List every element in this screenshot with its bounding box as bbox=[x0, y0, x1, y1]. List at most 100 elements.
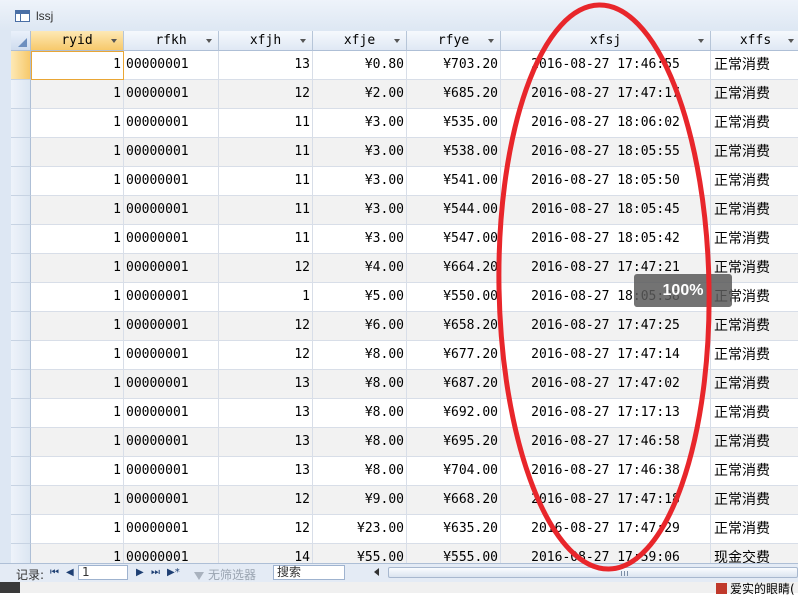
cell-xffs[interactable]: 正常消费 bbox=[711, 138, 798, 167]
cell-xfjh[interactable]: 1 bbox=[219, 283, 313, 312]
cell-xfsj[interactable]: 2016-08-27 18:05:45 bbox=[501, 196, 711, 225]
cell-ryid[interactable]: 1 bbox=[31, 167, 124, 196]
cell-rfye[interactable]: ¥547.00 bbox=[407, 225, 501, 254]
cell-rfye[interactable]: ¥535.00 bbox=[407, 109, 501, 138]
cell-xfjh[interactable]: 14 bbox=[219, 544, 313, 563]
cell-xfsj[interactable]: 2016-08-27 17:47:02 bbox=[501, 370, 711, 399]
filter-status[interactable]: 无筛选器 bbox=[194, 566, 256, 583]
cell-xfjh[interactable]: 12 bbox=[219, 515, 313, 544]
cell-rfkh[interactable]: 00000001 bbox=[124, 544, 219, 563]
cell-xfsj[interactable]: 2016-08-27 17:46:58 bbox=[501, 428, 711, 457]
cell-xfje[interactable]: ¥8.00 bbox=[313, 457, 407, 486]
cell-xffs[interactable]: 正常消费 bbox=[711, 167, 798, 196]
cell-rfye[interactable]: ¥704.00 bbox=[407, 457, 501, 486]
cell-xfjh[interactable]: 12 bbox=[219, 486, 313, 515]
cell-xfsj[interactable]: 2016-08-27 17:47:29 bbox=[501, 515, 711, 544]
cell-xfsj[interactable]: 2016-08-27 17:17:13 bbox=[501, 399, 711, 428]
cell-xfje[interactable]: ¥3.00 bbox=[313, 138, 407, 167]
cell-xfje[interactable]: ¥8.00 bbox=[313, 428, 407, 457]
cell-xfjh[interactable]: 12 bbox=[219, 341, 313, 370]
dropdown-arrow-icon[interactable] bbox=[698, 39, 704, 43]
cell-xfje[interactable]: ¥5.00 bbox=[313, 283, 407, 312]
cell-xfje[interactable]: ¥3.00 bbox=[313, 225, 407, 254]
column-header-xfjh[interactable]: xfjh bbox=[219, 31, 313, 51]
column-header-xfje[interactable]: xfje bbox=[313, 31, 407, 51]
first-record-button[interactable]: ⏮ bbox=[50, 566, 59, 580]
record-selector[interactable] bbox=[11, 341, 31, 370]
record-selector[interactable] bbox=[11, 457, 31, 486]
previous-record-button[interactable]: ◀ bbox=[66, 566, 74, 580]
cell-xfje[interactable]: ¥3.00 bbox=[313, 109, 407, 138]
column-header-xffs[interactable]: xffs bbox=[711, 31, 798, 51]
column-header-rfkh[interactable]: rfkh bbox=[124, 31, 219, 51]
cell-xffs[interactable]: 现金交费 bbox=[711, 544, 798, 563]
cell-rfkh[interactable]: 00000001 bbox=[124, 312, 219, 341]
cell-xfjh[interactable]: 12 bbox=[219, 254, 313, 283]
cell-xffs[interactable]: 正常消费 bbox=[711, 457, 798, 486]
record-selector[interactable] bbox=[11, 283, 31, 312]
cell-rfkh[interactable]: 00000001 bbox=[124, 515, 219, 544]
cell-ryid[interactable]: 1 bbox=[31, 399, 124, 428]
record-selector[interactable] bbox=[11, 486, 31, 515]
dropdown-arrow-icon[interactable] bbox=[488, 39, 494, 43]
scroll-left-arrow-icon[interactable] bbox=[374, 568, 379, 576]
cell-rfye[interactable]: ¥555.00 bbox=[407, 544, 501, 563]
cell-xfsj[interactable]: 2016-08-27 18:05:50 bbox=[501, 167, 711, 196]
cell-rfkh[interactable]: 00000001 bbox=[124, 167, 219, 196]
dropdown-arrow-icon[interactable] bbox=[788, 39, 794, 43]
cell-xfje[interactable]: ¥8.00 bbox=[313, 370, 407, 399]
cell-xffs[interactable]: 正常消费 bbox=[711, 80, 798, 109]
record-selector[interactable] bbox=[11, 196, 31, 225]
cell-xfje[interactable]: ¥23.00 bbox=[313, 515, 407, 544]
scrollbar-thumb[interactable] bbox=[388, 567, 798, 578]
cell-ryid[interactable]: 1 bbox=[31, 486, 124, 515]
cell-xfje[interactable]: ¥9.00 bbox=[313, 486, 407, 515]
cell-xfsj[interactable]: 2016-08-27 17:59:06 bbox=[501, 544, 711, 563]
cell-xfje[interactable]: ¥4.00 bbox=[313, 254, 407, 283]
cell-ryid[interactable]: 1 bbox=[31, 515, 124, 544]
cell-ryid[interactable]: 1 bbox=[31, 341, 124, 370]
record-selector[interactable] bbox=[11, 51, 31, 80]
cell-ryid[interactable]: 1 bbox=[31, 283, 124, 312]
cell-xfjh[interactable]: 13 bbox=[219, 370, 313, 399]
record-selector[interactable] bbox=[11, 225, 31, 254]
dropdown-arrow-icon[interactable] bbox=[300, 39, 306, 43]
cell-rfkh[interactable]: 00000001 bbox=[124, 138, 219, 167]
cell-xffs[interactable]: 正常消费 bbox=[711, 312, 798, 341]
cell-rfkh[interactable]: 00000001 bbox=[124, 486, 219, 515]
cell-xffs[interactable]: 正常消费 bbox=[711, 109, 798, 138]
cell-xfsj[interactable]: 2016-08-27 18:05:42 bbox=[501, 225, 711, 254]
cell-xfjh[interactable]: 11 bbox=[219, 109, 313, 138]
record-selector[interactable] bbox=[11, 138, 31, 167]
cell-ryid[interactable]: 1 bbox=[31, 225, 124, 254]
cell-rfkh[interactable]: 00000001 bbox=[124, 341, 219, 370]
cell-ryid[interactable]: 1 bbox=[31, 80, 124, 109]
cell-ryid[interactable]: 1 bbox=[31, 196, 124, 225]
cell-xfsj[interactable]: 2016-08-27 17:47:17 bbox=[501, 80, 711, 109]
horizontal-scrollbar[interactable] bbox=[372, 566, 798, 579]
cell-ryid[interactable]: 1 bbox=[31, 109, 124, 138]
cell-rfkh[interactable]: 00000001 bbox=[124, 283, 219, 312]
cell-xffs[interactable]: 正常消费 bbox=[711, 370, 798, 399]
column-header-xfsj[interactable]: xfsj bbox=[501, 31, 711, 51]
dropdown-arrow-icon[interactable] bbox=[111, 39, 117, 43]
cell-rfye[interactable]: ¥703.20 bbox=[407, 51, 501, 80]
cell-xfje[interactable]: ¥2.00 bbox=[313, 80, 407, 109]
record-selector[interactable] bbox=[11, 515, 31, 544]
cell-xfjh[interactable]: 13 bbox=[219, 51, 313, 80]
cell-rfkh[interactable]: 00000001 bbox=[124, 399, 219, 428]
cell-rfye[interactable]: ¥677.20 bbox=[407, 341, 501, 370]
cell-rfye[interactable]: ¥664.20 bbox=[407, 254, 501, 283]
cell-rfkh[interactable]: 00000001 bbox=[124, 370, 219, 399]
cell-xfje[interactable]: ¥3.00 bbox=[313, 196, 407, 225]
dropdown-arrow-icon[interactable] bbox=[206, 39, 212, 43]
cell-xfjh[interactable]: 11 bbox=[219, 196, 313, 225]
cell-xfjh[interactable]: 12 bbox=[219, 80, 313, 109]
cell-xffs[interactable]: 正常消费 bbox=[711, 225, 798, 254]
record-selector[interactable] bbox=[11, 428, 31, 457]
cell-ryid[interactable]: 1 bbox=[31, 370, 124, 399]
cell-ryid[interactable]: 1 bbox=[31, 312, 124, 341]
cell-rfkh[interactable]: 00000001 bbox=[124, 109, 219, 138]
next-record-button[interactable]: ▶ bbox=[136, 566, 144, 580]
cell-xffs[interactable]: 正常消费 bbox=[711, 399, 798, 428]
